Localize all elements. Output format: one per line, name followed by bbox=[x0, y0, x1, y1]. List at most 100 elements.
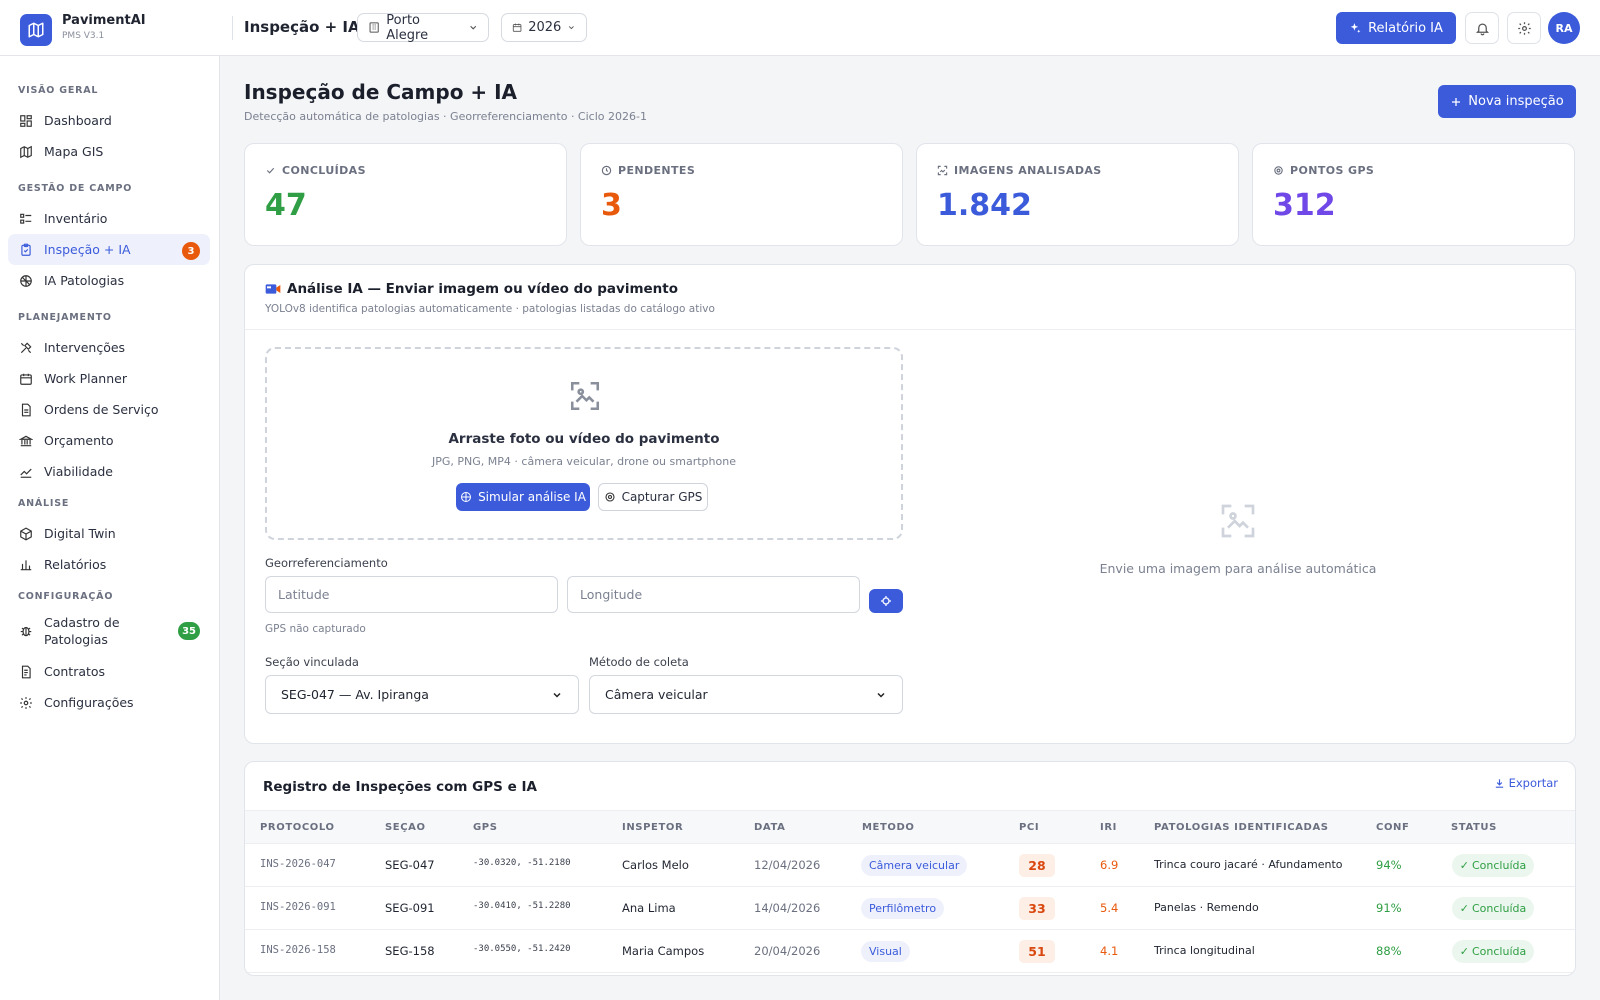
kpi-card-completed: CONCLUÍDAS 47 bbox=[244, 143, 567, 246]
target-icon bbox=[605, 492, 615, 502]
sidebar-item-ai-pathologies[interactable]: IA Patologias bbox=[8, 265, 210, 296]
pci-badge: 28 bbox=[1019, 854, 1055, 877]
upload-dropzone[interactable]: Arraste foto ou vídeo do pavimento JPG, … bbox=[265, 347, 903, 540]
pci-badge: 33 bbox=[1019, 897, 1055, 920]
gps-status-text: GPS não capturado bbox=[265, 623, 366, 635]
sidebar-item-inventory[interactable]: Inventário bbox=[8, 203, 210, 234]
calendar-icon bbox=[512, 23, 522, 32]
sidebar-item-digital-twin[interactable]: Digital Twin bbox=[8, 518, 210, 549]
city-selector[interactable]: Porto Alegre bbox=[357, 12, 489, 43]
sidebar-item-label: Inventário bbox=[44, 211, 108, 226]
column-header[interactable]: STATUS bbox=[1451, 822, 1497, 833]
gps-cell: -30.0550, -51.2420 bbox=[473, 944, 571, 954]
simulate-analysis-label: Simular análise IA bbox=[478, 490, 586, 504]
divider bbox=[245, 329, 1575, 330]
new-inspection-button[interactable]: Nova inspeção bbox=[1438, 85, 1576, 118]
column-header[interactable]: DATA bbox=[754, 822, 785, 833]
app-logo[interactable] bbox=[20, 14, 52, 46]
sidebar-item-service-orders[interactable]: Ordens de Serviço bbox=[8, 394, 210, 425]
sidebar-item-label: Dashboard bbox=[44, 113, 112, 128]
column-header[interactable]: IRI bbox=[1100, 822, 1117, 833]
sidebar-item-budget[interactable]: Orçamento bbox=[8, 425, 210, 456]
column-header[interactable]: PCI bbox=[1019, 822, 1039, 833]
iri-cell: 4.1 bbox=[1100, 944, 1119, 958]
column-header[interactable]: PATOLOGIAS IDENTIFICADAS bbox=[1154, 822, 1329, 833]
image-scan-icon bbox=[570, 381, 600, 411]
locate-button[interactable] bbox=[869, 589, 903, 613]
export-label: Exportar bbox=[1508, 776, 1558, 790]
sidebar-item-label: Contratos bbox=[44, 664, 106, 679]
gps-cell: -30.0410, -51.2280 bbox=[473, 901, 571, 911]
column-header[interactable]: PROTOCOLO bbox=[260, 822, 335, 833]
kpi-label: PENDENTES bbox=[618, 164, 696, 177]
check-icon: ✓ bbox=[1459, 859, 1469, 872]
gear-icon bbox=[18, 695, 34, 711]
sidebar-item-label: Configurações bbox=[44, 695, 134, 710]
download-icon bbox=[1495, 778, 1503, 788]
gear-icon bbox=[1517, 21, 1531, 35]
sidebar-item-inspection-ai[interactable]: Inspeção + IA 3 bbox=[8, 234, 210, 265]
settings-button[interactable] bbox=[1507, 12, 1541, 44]
kpi-card-gps-points: PONTOS GPS 312 bbox=[1252, 143, 1575, 246]
inspector-cell: Maria Campos bbox=[622, 944, 705, 958]
trend-icon bbox=[18, 464, 34, 480]
column-header[interactable]: INSPETOR bbox=[622, 822, 683, 833]
sidebar-item-work-planner[interactable]: Work Planner bbox=[8, 363, 210, 394]
method-tag: Câmera veicular bbox=[861, 855, 968, 876]
dropzone-title: Arraste foto ou vídeo do pavimento bbox=[448, 431, 720, 447]
kpi-card-pending: PENDENTES 3 bbox=[580, 143, 903, 246]
collection-method-select[interactable]: Câmera veicular bbox=[589, 675, 903, 714]
sidebar-item-pathology-registry[interactable]: Cadastro de Patologias 35 bbox=[8, 611, 210, 651]
sidebar-item-label: Work Planner bbox=[44, 371, 127, 386]
sidebar-section-title: GESTÃO DE CAMPO bbox=[18, 183, 133, 194]
current-page-title: Inspeção + IA bbox=[244, 18, 360, 36]
sidebar-item-gis-map[interactable]: Mapa GIS bbox=[8, 136, 210, 167]
sidebar-item-contracts[interactable]: Contratos bbox=[8, 656, 210, 687]
table-header: PROTOCOLO SEÇÃO GPS INSPETOR DATA MÉTODO… bbox=[245, 810, 1575, 844]
document-icon bbox=[18, 402, 34, 418]
check-icon: ✓ bbox=[1459, 945, 1469, 958]
city-value: Porto Alegre bbox=[386, 12, 429, 43]
capture-gps-button[interactable]: Capturar GPS bbox=[598, 483, 708, 511]
status-label: Concluída bbox=[1471, 902, 1527, 915]
status-badge: ✓ Concluída bbox=[1452, 940, 1534, 963]
latitude-input[interactable] bbox=[265, 576, 558, 613]
sidebar-section-title: VISÃO GERAL bbox=[18, 85, 99, 96]
year-selector[interactable]: 2026 bbox=[501, 13, 587, 42]
clipboard-icon bbox=[18, 242, 34, 258]
sidebar-item-interventions[interactable]: Intervenções bbox=[8, 332, 210, 363]
sidebar-item-dashboard[interactable]: Dashboard bbox=[8, 105, 210, 136]
dashboard-icon bbox=[18, 113, 34, 129]
simulate-analysis-button[interactable]: Simular análise IA bbox=[456, 483, 590, 511]
kpi-label: CONCLUÍDAS bbox=[282, 164, 366, 177]
pathologies-cell: Panelas · Remendo bbox=[1154, 901, 1259, 914]
method-tag: Visual bbox=[861, 941, 910, 962]
ai-report-button[interactable]: Relatório IA bbox=[1336, 12, 1456, 44]
sidebar-section-title: ANÁLISE bbox=[18, 498, 70, 509]
table-row[interactable]: INS-2026-158 SEG-158 -30.0550, -51.2420 … bbox=[245, 930, 1575, 973]
section-cell: SEG-091 bbox=[385, 901, 435, 915]
notifications-button[interactable] bbox=[1465, 12, 1499, 44]
sidebar-item-viability[interactable]: Viabilidade bbox=[8, 456, 210, 487]
longitude-input[interactable] bbox=[567, 576, 860, 613]
section-cell: SEG-158 bbox=[385, 944, 435, 958]
column-header[interactable]: MÉTODO bbox=[862, 822, 915, 833]
table-row[interactable]: INS-2026-047 SEG-047 -30.0320, -51.2180 … bbox=[245, 844, 1575, 887]
linked-section-select[interactable]: SEG-047 — Av. Ipiranga bbox=[265, 675, 579, 714]
export-button[interactable]: Exportar bbox=[1494, 776, 1558, 790]
collection-method-value: Câmera veicular bbox=[605, 687, 708, 702]
gps-cell: -30.0320, -51.2180 bbox=[473, 858, 571, 868]
column-header[interactable]: CONF. bbox=[1376, 822, 1408, 833]
sidebar-item-settings[interactable]: Configurações bbox=[8, 687, 210, 718]
sidebar-item-reports[interactable]: Relatórios bbox=[8, 549, 210, 580]
crosshair-icon bbox=[881, 596, 891, 606]
user-avatar[interactable]: RA bbox=[1548, 12, 1580, 44]
sidebar-item-label: Digital Twin bbox=[44, 526, 116, 541]
table-row[interactable]: INS-2026-091 SEG-091 -30.0410, -51.2280 … bbox=[245, 887, 1575, 930]
divider bbox=[232, 16, 233, 40]
sidebar-item-label: Relatórios bbox=[44, 557, 107, 572]
column-header[interactable]: SEÇÃO bbox=[385, 822, 426, 833]
confidence-cell: 91% bbox=[1376, 901, 1402, 915]
sidebar-item-label: Intervenções bbox=[44, 340, 126, 355]
column-header[interactable]: GPS bbox=[473, 822, 498, 833]
